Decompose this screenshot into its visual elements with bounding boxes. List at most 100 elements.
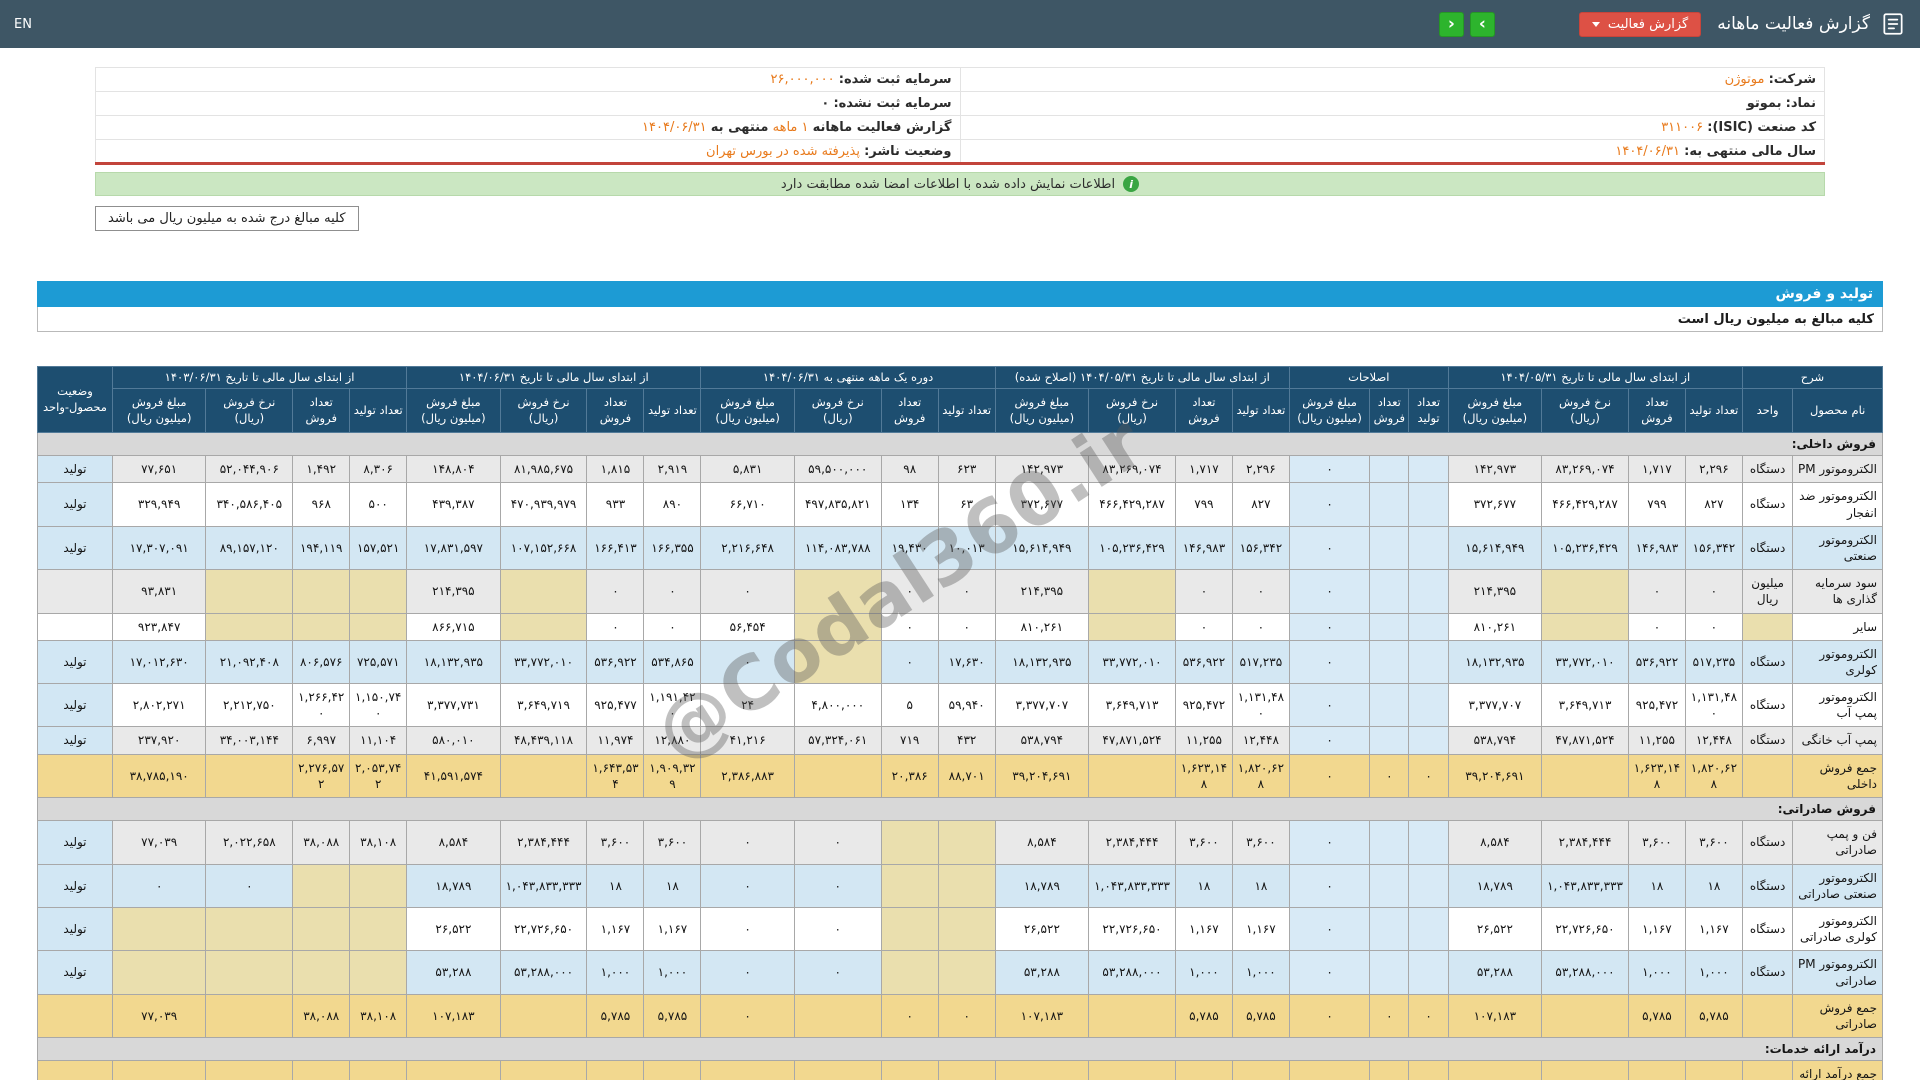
info-label: کد صنعت (ISIC):: [1707, 120, 1816, 135]
value-cell: ۱۴۶,۹۸۳: [1174, 525, 1233, 571]
value-cell: ۲,۰۲۲,۶۵۸: [205, 820, 294, 865]
amounts-note: کلیه مبالغ درج شده به میلیون ریال می باش…: [95, 206, 359, 231]
value-cell: ۱,۸۲۰,۶۲۸: [1231, 753, 1290, 799]
value-cell: ۵۶,۴۵۴: [700, 612, 795, 641]
nav-back-button[interactable]: ‹: [1438, 11, 1464, 37]
info-value: ۱۴۰۴/۰۶/۳۱: [642, 120, 707, 135]
value-cell: ۱,۰۰۰: [643, 950, 702, 995]
production-table-container: شرح از ابتدای سال مالی تا تاریخ ۱۴۰۴/۰۵/۳…: [37, 366, 1884, 1080]
value-cell: ۱,۰۴۳,۸۳۳,۳۳۳: [1541, 863, 1629, 908]
measure-column-header: تعداد فروش: [1174, 388, 1233, 433]
value-cell: ۵,۷۸۵: [1231, 993, 1290, 1039]
value-cell: ۵,۷۸۵: [643, 993, 702, 1039]
measure-column-header: تعداد تولید: [643, 388, 702, 433]
period-group-header: از ابتدای سال مالی تا تاریخ ۱۴۰۴/۰۵/۳۱: [1447, 366, 1743, 389]
value-cell: ۰: [1408, 753, 1449, 799]
unit-cell: دستگاه: [1741, 820, 1794, 865]
unit-cell: دستگاه: [1741, 863, 1794, 908]
value-cell: [1088, 1060, 1176, 1080]
value-cell: ۰: [937, 1060, 996, 1080]
value-cell: ۹۲۵,۴۷۲: [1174, 683, 1233, 728]
product-row: الکتروموتور کولری صادراتی دستگاه ۱,۱۶۷ ۱,۱۶…: [37, 906, 1883, 952]
product-row: الکتروموتور PM صادراتی دستگاه ۱,۰۰۰ ۱,۰۰۰ ۵۳…: [37, 950, 1883, 995]
info-row: شرکت: موتوژن سرمایه ثبت شده: ۲۶,۰۰۰,۰۰۰: [95, 67, 1825, 92]
value-cell: ۱۷,۰۱۲,۶۳۰: [111, 639, 207, 685]
value-cell: ۱۷,۸۳۱,۵۹۷: [406, 525, 501, 571]
value-cell: [1408, 525, 1449, 571]
value-cell: [1408, 639, 1449, 685]
value-cell: ۲,۲۹۶: [1684, 455, 1743, 484]
value-cell: ۲۲,۷۲۶,۶۵۰: [1088, 906, 1176, 952]
value-cell: ۳,۶۴۹,۷۱۳: [1088, 683, 1176, 728]
value-cell: ۱,۲۶۶,۴۲۰: [292, 683, 351, 728]
value-cell: ۰: [1288, 993, 1371, 1039]
value-cell: ۷۷,۶۵۱: [111, 455, 207, 484]
value-cell: [1408, 726, 1449, 755]
measure-column-header: نرخ فروش (ریال): [793, 388, 882, 433]
status-cell: [37, 753, 113, 799]
product-row: الکتروموتور ضد انفجار دستگاه ۸۲۷ ۷۹۹ ۴۶۶,۴۲۹…: [37, 482, 1883, 527]
value-cell: [205, 993, 294, 1039]
value-cell: ۰: [586, 1060, 645, 1080]
value-cell: ۴۳۲: [937, 726, 996, 755]
value-cell: ۳۹,۲۰۴,۶۹۱: [994, 753, 1090, 799]
value-cell: ۱,۱۵۰,۷۴۰: [349, 683, 408, 728]
measure-column-header: تعداد تولید: [1231, 388, 1290, 433]
value-cell: ۰: [1288, 906, 1371, 952]
value-cell: ۷۲۵,۵۷۱: [349, 639, 408, 685]
value-cell: ۰: [1174, 612, 1233, 641]
value-cell: ۵۷,۳۲۴,۰۶۱: [793, 726, 882, 755]
value-cell: ۸۲۷: [1684, 482, 1743, 527]
value-cell: ۱۱,۹۷۴: [586, 726, 645, 755]
value-cell: ۱,۱۶۷: [1174, 906, 1233, 952]
value-cell: ۱,۸۲۰,۶۲۸: [1684, 753, 1743, 799]
product-name-cell: الکتروموتور PM صادراتی: [1792, 950, 1883, 995]
value-cell: ۰: [643, 1060, 702, 1080]
value-cell: ۸۱,۹۸۵,۶۷۵: [499, 455, 588, 484]
product-row: الکتروموتور پمپ آب دستگاه ۱,۱۳۱,۴۸۰ ۹۲۵,۴۷۲…: [37, 683, 1883, 728]
value-cell: [880, 906, 939, 952]
product-name-cell: جمع فروش صادراتی: [1792, 993, 1883, 1039]
product-row: الکتروموتور کولری دستگاه ۵۱۷,۲۳۵ ۵۳۶,۹۲۲ ۳۳,…: [37, 639, 1883, 685]
value-cell: ۵۳,۲۸۸,۰۰۰: [1541, 950, 1629, 995]
value-cell: ۰: [994, 1060, 1090, 1080]
value-cell: ۹۳,۸۳۱: [111, 569, 207, 614]
unit-cell: دستگاه: [1741, 639, 1794, 685]
value-cell: [349, 950, 408, 995]
nav-forward-button[interactable]: ›: [1469, 11, 1495, 37]
info-label: نماد:: [1785, 96, 1816, 111]
report-type-button[interactable]: گزارش فعالیت: [1578, 11, 1702, 37]
value-cell: ۰: [880, 612, 939, 641]
info-cell: سرمایه ثبت شده: ۲۶,۰۰۰,۰۰۰: [95, 67, 961, 92]
value-cell: [793, 612, 882, 641]
status-cell: تولید: [37, 455, 113, 484]
value-cell: ۰: [1288, 612, 1371, 641]
value-cell: ۰: [1174, 1060, 1233, 1080]
total-row: جمع فروش صادراتی ۵,۷۸۵ ۵,۷۸۵ ۱۰۷,۱۸۳ ۰ ۰ ۰ ۵,۷۸…: [37, 993, 1883, 1039]
value-cell: ۱۲,۸۸۰: [643, 726, 702, 755]
info-table-body: شرکت: موتوژن سرمایه ثبت شده: ۲۶,۰۰۰,۰۰۰ …: [95, 67, 1825, 164]
info-icon: i: [1123, 176, 1140, 192]
value-cell: ۷۹۹: [1174, 482, 1233, 527]
chevron-left-icon: ‹: [1447, 13, 1455, 34]
product-name-cell: الکتروموتور ضد انفجار: [1792, 482, 1883, 527]
value-cell: ۴۱,۲۱۶: [700, 726, 795, 755]
value-cell: ۰: [1288, 482, 1371, 527]
value-cell: [349, 906, 408, 952]
value-cell: ۹۲۵,۴۷۲: [1627, 683, 1686, 728]
status-cell: [37, 993, 113, 1039]
value-cell: [1408, 455, 1449, 484]
value-cell: ۱۸: [1174, 863, 1233, 908]
page-title: گزارش فعالیت ماهانه: [1717, 14, 1870, 34]
value-cell: ۷۹۹: [1627, 482, 1686, 527]
value-cell: ۱,۸۱۵: [586, 455, 645, 484]
value-cell: ۴۶۶,۴۲۹,۲۸۷: [1088, 482, 1176, 527]
value-cell: ۵۳۶,۹۲۲: [586, 639, 645, 685]
value-cell: ۵۳۸,۷۹۴: [994, 726, 1090, 755]
value-cell: ۱,۴۹۲: [292, 455, 351, 484]
value-cell: ۳,۶۰۰: [1627, 820, 1686, 865]
info-cell: سرمایه ثبت نشده: ۰: [95, 91, 961, 116]
unit-column-header: واحد: [1741, 388, 1794, 433]
language-toggle[interactable]: EN: [14, 17, 32, 32]
value-cell: ۰: [1369, 753, 1410, 799]
